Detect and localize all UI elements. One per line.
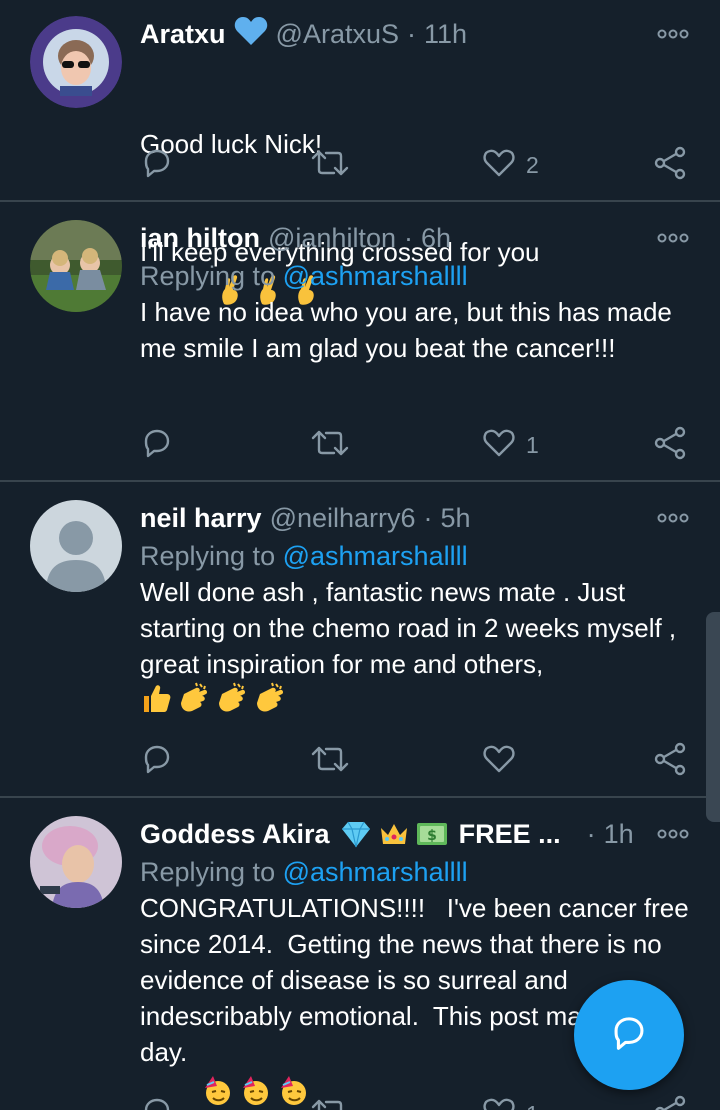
tweet-text: I have no idea who you are, but this has… bbox=[140, 297, 680, 363]
tweet-actions: 1 bbox=[140, 425, 690, 465]
display-name[interactable]: Goddess Akira bbox=[140, 819, 330, 850]
retweet-button[interactable] bbox=[310, 425, 350, 465]
crown-icon bbox=[378, 818, 410, 850]
retweet-icon bbox=[310, 1095, 350, 1110]
retweet-button[interactable] bbox=[310, 741, 350, 781]
timestamp[interactable]: 5h bbox=[441, 503, 471, 534]
share-icon bbox=[654, 426, 688, 465]
mention-link[interactable]: @ashmarshallll bbox=[283, 541, 468, 571]
user-handle[interactable]: @neilharry6 bbox=[270, 503, 416, 534]
clapping-hands-icon bbox=[178, 682, 210, 714]
svg-text:$: $ bbox=[427, 828, 437, 844]
like-button[interactable]: 1 bbox=[482, 425, 539, 465]
reply-icon bbox=[140, 146, 174, 185]
like-count: 2 bbox=[526, 151, 539, 178]
share-button[interactable] bbox=[654, 425, 688, 465]
more-icon[interactable] bbox=[656, 218, 690, 258]
replying-to: Replying to @ashmarshallll bbox=[140, 538, 690, 574]
share-button[interactable] bbox=[654, 145, 688, 185]
like-button[interactable] bbox=[482, 741, 516, 781]
reply-icon bbox=[140, 1095, 174, 1110]
tweet-actions bbox=[140, 741, 690, 781]
replying-to: Replying to @ashmarshallll bbox=[140, 258, 690, 294]
compose-reply-button[interactable] bbox=[574, 980, 684, 1090]
display-name[interactable]: neil harry bbox=[140, 503, 262, 534]
like-button[interactable]: 2 bbox=[482, 145, 539, 185]
mention-link[interactable]: @ashmarshallll bbox=[283, 261, 468, 291]
more-icon[interactable] bbox=[656, 814, 690, 854]
reply-button[interactable] bbox=[140, 741, 174, 781]
tweet-2[interactable]: ian hilton @ianhilton · 6h Replying to @… bbox=[0, 202, 720, 480]
retweet-button[interactable] bbox=[310, 145, 350, 185]
separator-dot: · bbox=[423, 502, 433, 533]
tweet-1[interactable]: Aratxu @AratxuS · 11h Good luck Nick! I'… bbox=[0, 0, 720, 305]
reply-icon bbox=[140, 426, 174, 465]
thumbs-up-icon bbox=[140, 682, 172, 714]
like-count: 1 bbox=[526, 431, 539, 458]
more-icon[interactable] bbox=[656, 498, 690, 538]
like-button[interactable]: 1 bbox=[482, 1094, 539, 1110]
timestamp[interactable]: 11h bbox=[424, 19, 467, 50]
tweet-text: Well done ash , fantastic news mate . Ju… bbox=[140, 577, 684, 679]
share-icon bbox=[654, 742, 688, 781]
blue-heart-icon bbox=[234, 16, 268, 53]
compose-reply-icon bbox=[609, 1013, 649, 1058]
display-name[interactable]: Aratxu bbox=[140, 19, 226, 50]
timestamp[interactable]: 1h bbox=[604, 819, 634, 850]
retweet-icon bbox=[310, 742, 350, 781]
gem-icon bbox=[340, 818, 372, 850]
reply-button[interactable] bbox=[140, 145, 174, 185]
more-icon[interactable] bbox=[656, 14, 690, 54]
heart-icon bbox=[482, 427, 516, 464]
dollar-banknote-icon: $ bbox=[416, 818, 448, 850]
clapping-hands-icon bbox=[254, 682, 286, 714]
replying-prefix: Replying to bbox=[140, 261, 276, 291]
tweet-actions: 2 bbox=[140, 145, 690, 185]
retweet-button[interactable] bbox=[310, 1094, 350, 1110]
separator-dot: · bbox=[406, 18, 416, 49]
timestamp[interactable]: 6h bbox=[421, 223, 451, 254]
clapping-hands-icon bbox=[216, 682, 248, 714]
heart-icon bbox=[482, 743, 516, 780]
reply-icon bbox=[140, 742, 174, 781]
replying-prefix: Replying to bbox=[140, 857, 276, 887]
avatar[interactable] bbox=[30, 16, 122, 108]
separator-dot: · bbox=[403, 222, 413, 253]
reply-button[interactable] bbox=[140, 1094, 174, 1110]
replying-prefix: Replying to bbox=[140, 541, 276, 571]
scrollbar-thumb[interactable] bbox=[706, 612, 720, 822]
share-button[interactable] bbox=[654, 1094, 688, 1110]
reply-button[interactable] bbox=[140, 425, 174, 465]
retweet-icon bbox=[310, 146, 350, 185]
mention-link[interactable]: @ashmarshallll bbox=[283, 857, 468, 887]
tweet-3[interactable]: neil harry @neilharry6 · 5h Replying to … bbox=[0, 482, 720, 796]
like-count: 1 bbox=[526, 1101, 539, 1110]
heart-icon bbox=[482, 1096, 516, 1110]
user-handle[interactable]: @AratxuS bbox=[276, 19, 399, 50]
separator-dot: · bbox=[586, 818, 596, 849]
emoji-row bbox=[140, 682, 690, 722]
avatar[interactable] bbox=[30, 220, 122, 312]
share-icon bbox=[654, 146, 688, 185]
share-button[interactable] bbox=[654, 741, 688, 781]
user-handle[interactable]: @ianhilton bbox=[268, 223, 396, 254]
retweet-icon bbox=[310, 426, 350, 465]
tweet-actions: 1 bbox=[140, 1094, 690, 1110]
replying-to: Replying to @ashmarshallll bbox=[140, 854, 690, 890]
display-name[interactable]: ian hilton bbox=[140, 223, 260, 254]
avatar[interactable] bbox=[30, 816, 122, 908]
display-name-suffix[interactable]: FREE ... bbox=[459, 819, 561, 850]
heart-icon bbox=[482, 147, 516, 184]
avatar[interactable] bbox=[30, 500, 122, 592]
share-icon bbox=[654, 1095, 688, 1110]
